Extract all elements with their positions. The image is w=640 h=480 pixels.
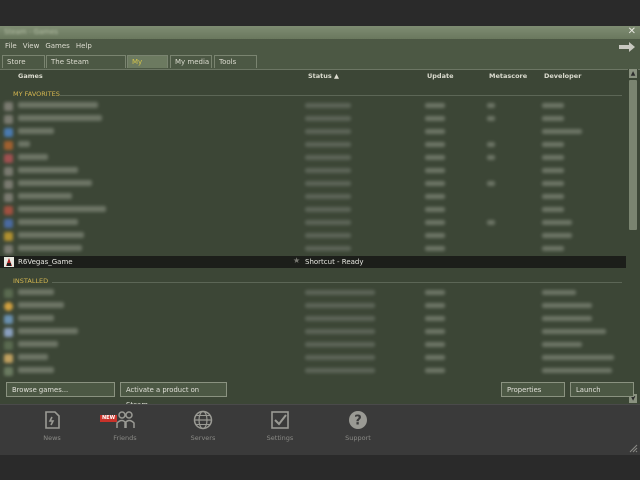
game-row[interactable] <box>0 326 626 339</box>
tab-my-games[interactable]: My games <box>127 55 168 79</box>
section-installed-label: INSTALLED <box>13 277 49 285</box>
game-row[interactable] <box>0 287 626 300</box>
favorite-star-icon[interactable]: ★ <box>293 256 300 265</box>
section-favorites: MY FAVORITES <box>0 88 626 100</box>
properties-button[interactable]: Properties <box>501 382 565 397</box>
question-icon: ? <box>347 409 369 431</box>
game-row[interactable] <box>0 217 626 230</box>
section-divider <box>60 95 622 96</box>
game-row[interactable] <box>0 113 626 126</box>
tab-store[interactable]: Store <box>2 55 45 68</box>
game-list: Games Status ▲ Update Metascore Develope… <box>0 69 640 405</box>
column-status-label: Status <box>308 72 332 80</box>
steam-window: Steam - Games ✕ File View Games Help Store … <box>0 26 640 455</box>
game-row[interactable] <box>0 100 626 113</box>
game-row[interactable] <box>0 126 626 139</box>
nav-support[interactable]: ? Support <box>333 409 383 442</box>
nav-settings[interactable]: Settings <box>255 409 305 442</box>
game-row[interactable] <box>0 204 626 217</box>
nav-support-label: Support <box>345 434 371 442</box>
menu-view[interactable]: View <box>23 40 40 52</box>
tab-community[interactable]: The Steam Community <box>46 55 126 79</box>
tab-tools[interactable]: Tools <box>214 55 257 68</box>
column-status[interactable]: Status ▲ <box>308 72 339 80</box>
nav-settings-label: Settings <box>266 434 294 442</box>
list-scrollbar[interactable]: ▲ ▼ <box>628 69 638 404</box>
game-row[interactable] <box>0 230 626 243</box>
rainbow-six-game-icon <box>4 257 14 267</box>
column-update[interactable]: Update <box>427 72 454 80</box>
game-row[interactable] <box>0 365 626 378</box>
game-row[interactable] <box>0 152 626 165</box>
game-rows: MY FAVORITES R6Vegas_Game ★ Shortcut - R… <box>0 84 626 404</box>
globe-icon <box>192 409 214 431</box>
column-header-row: Games Status ▲ Update Metascore Develope… <box>0 70 626 82</box>
section-installed: INSTALLED <box>0 275 626 287</box>
nav-friends-label: Friends <box>113 434 137 442</box>
new-badge: NEW <box>100 415 118 422</box>
tab-my-media[interactable]: My media <box>170 55 212 68</box>
game-row[interactable] <box>0 139 626 152</box>
menu-games[interactable]: Games <box>45 40 70 52</box>
close-icon[interactable]: ✕ <box>628 26 636 37</box>
launch-button[interactable]: Launch <box>570 382 634 397</box>
game-row[interactable] <box>0 243 626 256</box>
nav-news-label: News <box>43 434 61 442</box>
column-developer[interactable]: Developer <box>544 72 581 80</box>
title-bar[interactable]: Steam - Games ✕ <box>0 26 640 39</box>
selected-game-name: R6Vegas_Game <box>18 258 73 266</box>
selected-game-row[interactable]: R6Vegas_Game ★ Shortcut - Ready <box>0 256 626 268</box>
nav-friends[interactable]: NEW Friends <box>100 409 150 442</box>
bottom-nav: News NEW Friends Servers Settings ? Supp… <box>0 404 640 455</box>
window-title: Steam - Games <box>4 28 59 36</box>
checkbox-icon <box>269 409 291 431</box>
menu-help[interactable]: Help <box>76 40 92 52</box>
nav-news[interactable]: News <box>27 409 77 442</box>
selected-game-status: Shortcut - Ready <box>305 258 364 266</box>
sort-ascending-icon: ▲ <box>334 72 340 80</box>
scroll-thumb[interactable] <box>629 80 637 230</box>
game-row[interactable] <box>0 178 626 191</box>
news-icon <box>41 409 63 431</box>
section-favorites-label: MY FAVORITES <box>13 90 60 98</box>
game-row[interactable] <box>0 339 626 352</box>
game-row[interactable] <box>0 313 626 326</box>
browse-games-button[interactable]: Browse games... <box>6 382 115 397</box>
game-row[interactable] <box>0 300 626 313</box>
column-metascore[interactable]: Metascore <box>489 72 527 80</box>
game-row[interactable] <box>0 165 626 178</box>
friends-icon <box>114 409 136 431</box>
game-row[interactable] <box>0 191 626 204</box>
forward-arrow-icon[interactable] <box>618 42 636 52</box>
activate-product-button[interactable]: Activate a product on Steam... <box>120 382 227 409</box>
game-row[interactable] <box>0 352 626 365</box>
column-games[interactable]: Games <box>18 72 43 80</box>
resize-grip-icon[interactable] <box>628 443 638 453</box>
section-divider <box>52 282 622 283</box>
menu-bar: File View Games Help <box>0 40 92 52</box>
svg-text:?: ? <box>354 414 362 429</box>
scroll-up-icon[interactable]: ▲ <box>629 69 637 78</box>
menu-file[interactable]: File <box>5 40 17 52</box>
nav-servers-label: Servers <box>190 434 216 442</box>
nav-servers[interactable]: Servers <box>178 409 228 442</box>
